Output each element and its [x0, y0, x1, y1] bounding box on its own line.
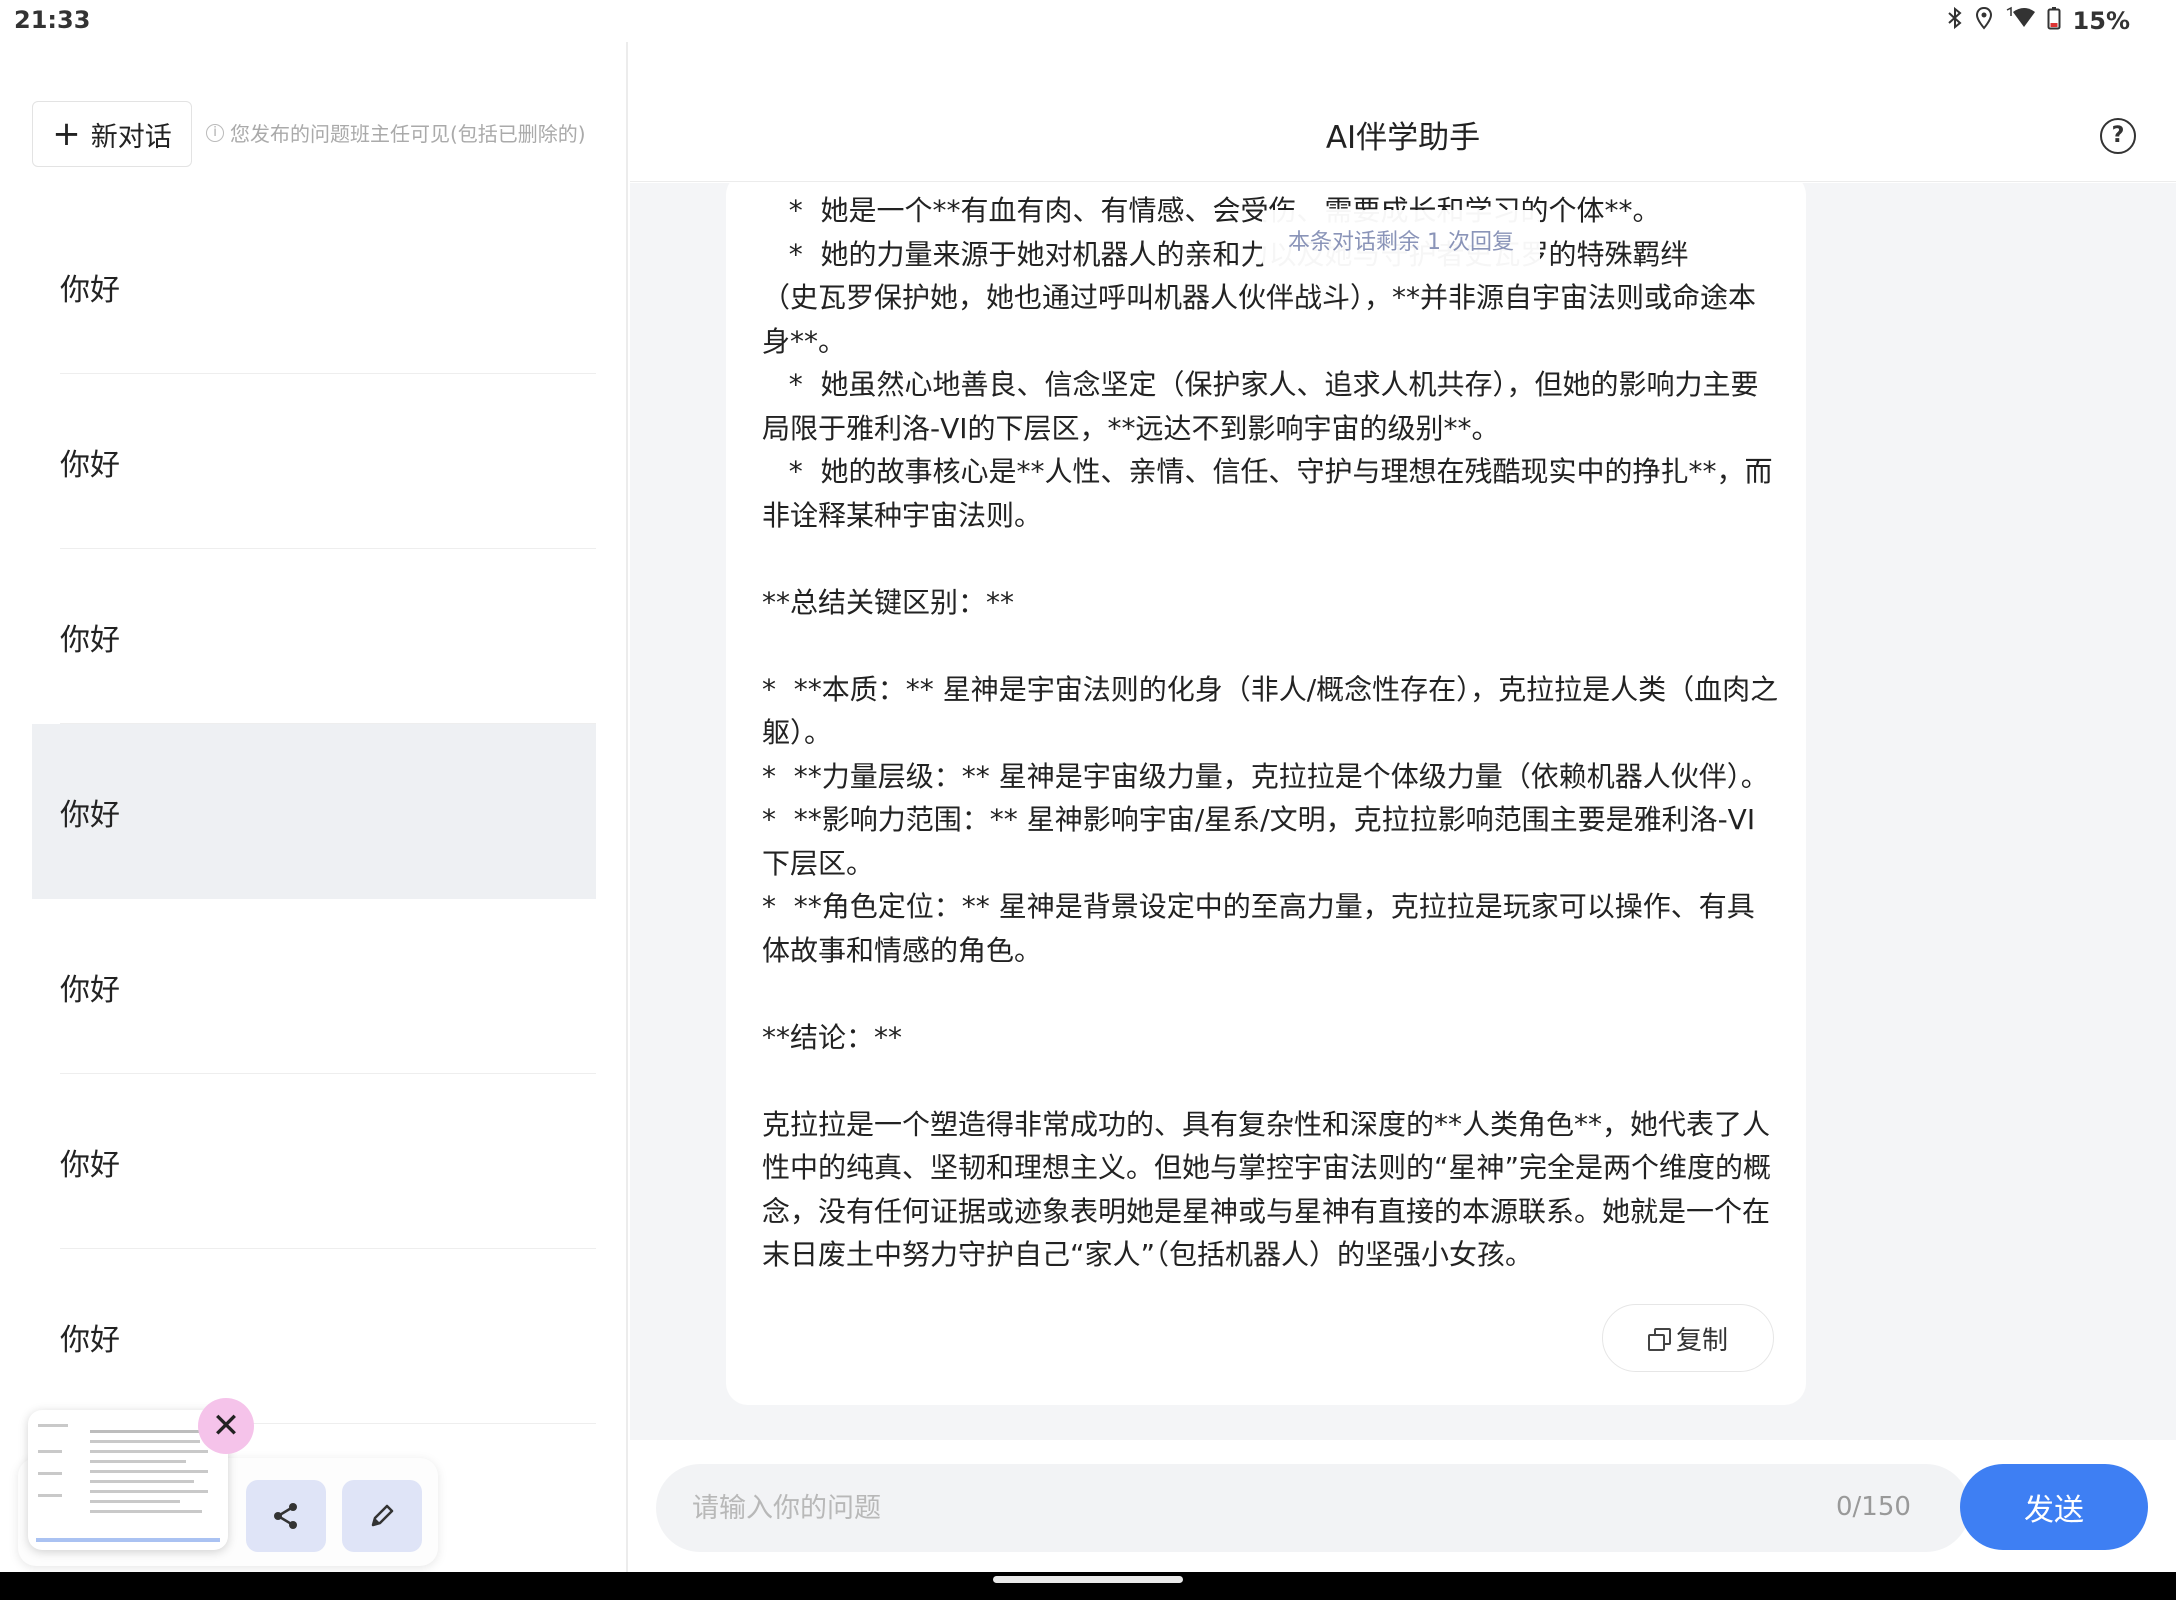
conversation-item-active[interactable]: 你好 [32, 724, 596, 899]
char-counter: 0/150 [1836, 1492, 1911, 1522]
new-chat-button[interactable]: + 新对话 [32, 101, 192, 167]
visibility-notice: i 您发布的问题班主任可见(包括已删除的) [206, 118, 586, 147]
copy-icon [1647, 1328, 1671, 1351]
conversation-title: 你好 [60, 272, 120, 308]
message-line [762, 972, 1782, 1016]
screenshot-toolbar: ✕ [18, 1398, 438, 1566]
message-line: * **力量层级：** 星神是宇宙级力量，克拉拉是个体级力量（依赖机器人伙伴）。 [762, 759, 1769, 793]
conversation-title: 你好 [60, 972, 120, 1008]
message-line: * **本质：** 星神是宇宙法则的化身（非人/概念性存在），克拉拉是人类（血肉… [762, 672, 1779, 706]
message-line: （史瓦罗保护她，她也通过呼叫机器人伙伴战斗），**并非源自宇宙法则或命途本 [762, 281, 1757, 314]
message-line: 身**。 [762, 324, 847, 358]
message-line: * 她的故事核心是**人性、亲情、信任、守护与理想在残酷现实中的挣扎**，而 [762, 455, 1773, 488]
conversation-title: 你好 [60, 1322, 120, 1358]
info-icon: i [206, 123, 224, 142]
visibility-notice-text: 您发布的问题班主任可见(包括已删除的) [230, 122, 586, 146]
edit-icon [371, 1504, 394, 1527]
message-line: * **影响力范围：** 星神影响宇宙/星系/文明，克拉拉影响范围主要是雅利洛-… [762, 803, 1756, 836]
input-bar: 0/150 发送 [630, 1440, 2176, 1572]
close-icon[interactable]: ✕ [198, 1398, 254, 1454]
share-icon [274, 1503, 297, 1529]
copy-button[interactable]: 复制 [1602, 1304, 1774, 1372]
conversation-title: 你好 [60, 622, 120, 658]
send-button[interactable]: 发送 [1960, 1464, 2148, 1550]
conversation-item[interactable]: 你好 [32, 199, 596, 374]
assistant-message-text: * 她是一个**有血有肉、有情感、会受伤、需要成长和学习的个体**。 * 她的力… [762, 189, 1782, 1277]
chat-area: * 她是一个**有血有肉、有情感、会受伤、需要成长和学习的个体**。 * 她的力… [630, 183, 2176, 1440]
chat-header: AI伴学助手 ? [630, 42, 2176, 182]
share-button[interactable] [246, 1480, 326, 1552]
message-line: 体故事和情感的角色。 [762, 933, 1043, 967]
message-line [762, 1059, 1782, 1103]
plus-icon: + [52, 114, 81, 154]
message-line: 末日废土中努力守护自己“家人”（包括机器人）的坚强小女孩。 [762, 1238, 1534, 1271]
message-line: 念，没有任何证据或迹象表明她是星神或与星神有直接的本源联系。她就是一个在 [762, 1194, 1771, 1228]
message-line: **总结关键区别：** [762, 585, 1015, 619]
message-line: **结论：** [762, 1020, 903, 1054]
message-line: * **角色定位：** 星神是背景设定中的至高力量，克拉拉是玩家可以操作、有具 [762, 890, 1755, 923]
wifi-icon [2005, 6, 2035, 36]
conversation-sidebar: + 新对话 i 您发布的问题班主任可见(包括已删除的) 你好 你好 你好 你好 … [0, 42, 628, 1572]
conversation-item[interactable]: 你好 [32, 374, 596, 549]
message-line: 克拉拉是一个塑造得非常成功的、具有复杂性和深度的**人类角色**，她代表了人 [762, 1107, 1771, 1141]
new-chat-label: 新对话 [90, 121, 172, 153]
conversation-title: 你好 [60, 1147, 120, 1183]
battery-icon [2047, 6, 2061, 36]
page-title: AI伴学助手 [1325, 120, 1481, 156]
home-gesture-bar[interactable] [993, 1576, 1183, 1583]
conversation-item[interactable]: 你好 [32, 899, 596, 1074]
message-line: 局限于雅利洛-VI的下层区，**远达不到影响宇宙的级别**。 [762, 411, 1500, 445]
message-line: * 她虽然心地善良、信念坚定（保护家人、追求人机共存），但她的影响力主要 [762, 368, 1759, 401]
status-icons: 15% [1947, 6, 2130, 36]
remaining-replies-toast: 本条对话剩余 1 次回复 [1262, 210, 1540, 270]
conversation-item[interactable]: 你好 [32, 549, 596, 724]
conversation-title: 你好 [60, 447, 120, 483]
help-icon[interactable]: ? [2100, 118, 2136, 154]
edit-button[interactable] [342, 1480, 422, 1552]
battery-percent: 15% [2072, 7, 2130, 35]
bluetooth-icon [1947, 6, 1963, 36]
conversation-title: 你好 [60, 797, 120, 833]
location-icon [1975, 6, 1993, 36]
conversation-list: 你好 你好 你好 你好 你好 你好 你好 [32, 199, 596, 1572]
message-line: 下层区。 [762, 846, 875, 880]
copy-label: 复制 [1675, 1325, 1728, 1356]
message-line [762, 624, 1782, 668]
status-time: 21:33 [14, 6, 91, 34]
message-line: 非诠释某种宇宙法则。 [762, 498, 1043, 532]
message-line: 躯）。 [762, 716, 833, 749]
question-input[interactable] [656, 1464, 1970, 1552]
conversation-item[interactable]: 你好 [32, 1074, 596, 1249]
system-nav-bar [0, 1572, 2176, 1600]
message-line [762, 537, 1782, 581]
message-line: 性中的纯真、坚韧和理想主义。但她与掌控宇宙法则的“星神”完全是两个维度的概 [762, 1151, 1772, 1184]
status-bar: 21:33 15% [0, 0, 2176, 42]
